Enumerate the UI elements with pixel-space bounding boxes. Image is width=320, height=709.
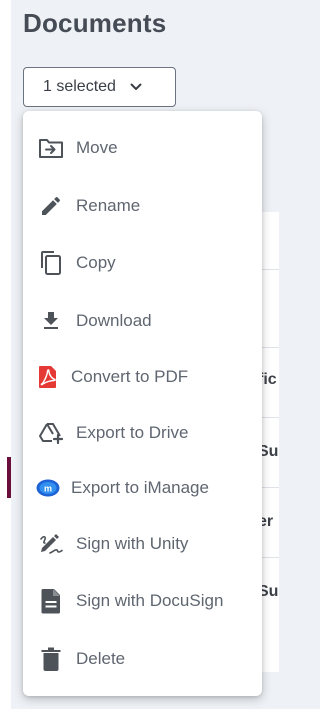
menu-item-label: Download bbox=[76, 311, 152, 330]
menu-item-label: Move bbox=[76, 138, 118, 157]
menu-item-label: Sign with Unity bbox=[76, 534, 189, 553]
signature-icon bbox=[38, 531, 64, 557]
menu-item-label: Copy bbox=[76, 253, 116, 272]
pencil-icon bbox=[38, 193, 64, 219]
menu-item-move[interactable]: Move bbox=[23, 128, 262, 168]
move-to-folder-icon bbox=[38, 135, 64, 161]
document-icon bbox=[38, 588, 64, 614]
selection-count-label: 1 selected bbox=[43, 78, 116, 95]
menu-item-export-imanage[interactable]: m Export to iManage bbox=[23, 468, 262, 508]
menu-item-download[interactable]: Download bbox=[23, 301, 262, 341]
svg-text:m: m bbox=[44, 484, 52, 494]
menu-item-label: Sign with DocuSign bbox=[76, 591, 224, 610]
actions-menu: Move Rename Copy Download Convert to PDF… bbox=[23, 111, 262, 696]
menu-item-copy[interactable]: Copy bbox=[23, 243, 262, 283]
menu-item-label: Export to iManage bbox=[71, 478, 209, 497]
selection-dropdown-button[interactable]: 1 selected bbox=[23, 67, 176, 107]
menu-item-label: Rename bbox=[76, 196, 141, 215]
menu-item-label: Delete bbox=[76, 649, 126, 668]
trash-icon bbox=[38, 646, 64, 672]
menu-item-sign-unity[interactable]: Sign with Unity bbox=[23, 524, 262, 564]
menu-item-convert-pdf[interactable]: Convert to PDF bbox=[23, 357, 262, 397]
page-title: Documents bbox=[23, 8, 167, 38]
chevron-down-icon bbox=[130, 83, 142, 91]
menu-item-delete[interactable]: Delete bbox=[23, 639, 262, 679]
menu-item-label: Export to Drive bbox=[76, 423, 189, 442]
menu-item-label: Convert to PDF bbox=[71, 367, 189, 386]
menu-item-export-drive[interactable]: Export to Drive bbox=[23, 413, 262, 453]
menu-item-sign-docusign[interactable]: Sign with DocuSign bbox=[23, 581, 262, 621]
copy-icon bbox=[38, 250, 64, 276]
download-icon bbox=[38, 308, 64, 334]
pdf-icon bbox=[35, 364, 61, 390]
drive-add-icon bbox=[38, 420, 64, 446]
left-sidebar-edge bbox=[0, 0, 11, 709]
menu-item-rename[interactable]: Rename bbox=[23, 186, 262, 226]
imanage-icon: m bbox=[35, 475, 61, 501]
